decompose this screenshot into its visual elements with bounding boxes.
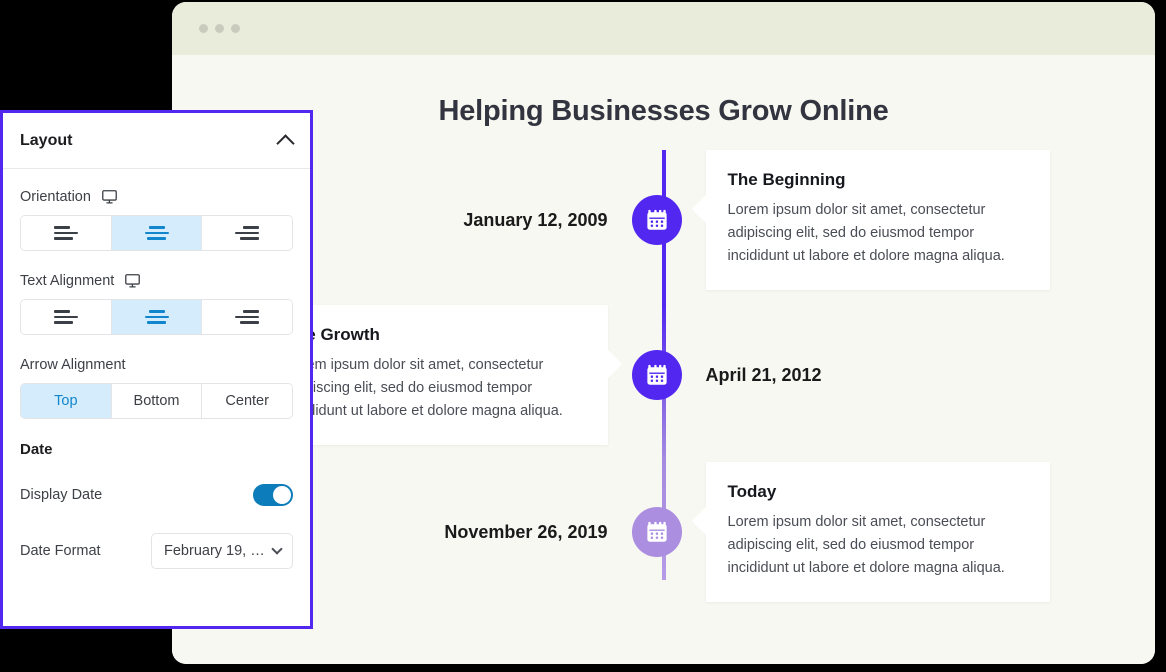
timeline: January 12, 2009 The Beginning Lorem ips… bbox=[172, 150, 1155, 602]
arrow-alignment-option-center[interactable]: Center bbox=[202, 384, 292, 418]
arrow-alignment-segmented-control: Top Bottom Center bbox=[20, 383, 293, 419]
arrow-alignment-label: Arrow Alignment bbox=[20, 357, 126, 373]
monitor-icon bbox=[102, 190, 117, 204]
arrow-alignment-option-label: Bottom bbox=[133, 393, 180, 409]
window-dot-maximize[interactable] bbox=[231, 24, 240, 33]
display-date-toggle[interactable] bbox=[253, 484, 293, 506]
display-date-label: Display Date bbox=[20, 487, 103, 503]
timeline-card-title: The Beginning bbox=[727, 170, 846, 190]
layout-settings-panel: Layout Orientation Text Alignment Arrow … bbox=[0, 110, 313, 629]
align-center-icon bbox=[144, 226, 169, 240]
text-alignment-option-align-left[interactable] bbox=[21, 300, 112, 334]
window-dot-minimize[interactable] bbox=[215, 24, 224, 33]
calendar-icon bbox=[646, 364, 667, 385]
monitor-icon bbox=[125, 274, 141, 288]
timeline-card-title: Today bbox=[727, 482, 777, 502]
orientation-option-align-right[interactable] bbox=[202, 216, 292, 250]
arrow-alignment-option-top[interactable]: Top bbox=[21, 384, 112, 418]
align-left-icon bbox=[53, 226, 78, 240]
date-format-label: Date Format bbox=[20, 543, 101, 559]
align-left-icon bbox=[53, 310, 78, 324]
date-section-heading: Date bbox=[20, 441, 293, 458]
timeline-date-side: April 21, 2012 bbox=[682, 365, 1142, 386]
orientation-label-row: Orientation bbox=[20, 189, 293, 205]
timeline-card[interactable]: Today Lorem ipsum dolor sit amet, consec… bbox=[691, 462, 1050, 602]
date-format-select[interactable]: February 19, … bbox=[151, 533, 293, 569]
text-alignment-option-align-right[interactable] bbox=[202, 300, 292, 334]
timeline-card-title: The Growth bbox=[285, 325, 380, 345]
orientation-option-align-center[interactable] bbox=[111, 216, 203, 250]
text-alignment-label: Text Alignment bbox=[20, 273, 115, 289]
date-format-value: February 19, … bbox=[164, 543, 265, 559]
timeline-item: November 26, 2019 Today Lorem ipsum dolo… bbox=[172, 462, 1155, 602]
timeline-marker[interactable] bbox=[631, 195, 682, 245]
browser-chrome-bar bbox=[172, 2, 1155, 55]
timeline-marker[interactable] bbox=[631, 507, 682, 557]
date-section-label: Date bbox=[20, 441, 53, 458]
panel-title: Layout bbox=[20, 131, 73, 149]
arrow-alignment-option-label: Center bbox=[225, 393, 269, 409]
orientation-segmented-control bbox=[20, 215, 293, 251]
orientation-label: Orientation bbox=[20, 189, 91, 205]
timeline-marker[interactable] bbox=[631, 350, 682, 400]
align-right-icon bbox=[235, 310, 260, 324]
window-dot-close[interactable] bbox=[199, 24, 208, 33]
timeline-card[interactable]: The Beginning Lorem ipsum dolor sit amet… bbox=[691, 150, 1050, 290]
text-alignment-option-align-center[interactable] bbox=[111, 300, 203, 334]
arrow-alignment-label-row: Arrow Alignment bbox=[20, 357, 293, 373]
text-alignment-label-row: Text Alignment bbox=[20, 273, 293, 289]
panel-header[interactable]: Layout bbox=[3, 113, 310, 169]
timeline-date: November 26, 2019 bbox=[444, 521, 608, 542]
page-title: Helping Businesses Grow Online bbox=[438, 95, 889, 127]
browser-window-mockup: Helping Businesses Grow Online January 1… bbox=[172, 2, 1155, 664]
toggle-knob bbox=[273, 486, 291, 504]
timeline-date: April 21, 2012 bbox=[705, 364, 822, 385]
panel-body: Orientation Text Alignment Arrow Alignme… bbox=[3, 169, 310, 570]
arrow-alignment-option-bottom[interactable]: Bottom bbox=[111, 384, 203, 418]
arrow-alignment-option-label: Top bbox=[54, 393, 78, 409]
date-format-row: Date Format February 19, … bbox=[20, 532, 293, 570]
calendar-icon bbox=[646, 521, 667, 542]
orientation-option-align-left[interactable] bbox=[21, 216, 112, 250]
timeline-card-body: Lorem ipsum dolor sit amet, consectetur … bbox=[285, 357, 563, 419]
timeline-card-body: Lorem ipsum dolor sit amet, consectetur … bbox=[727, 202, 1005, 264]
chevron-down-icon bbox=[271, 543, 283, 555]
timeline-date: January 12, 2009 bbox=[463, 209, 608, 230]
calendar-icon bbox=[646, 209, 667, 230]
text-alignment-segmented-control bbox=[20, 299, 293, 335]
timeline-card-side: Today Lorem ipsum dolor sit amet, consec… bbox=[682, 462, 1142, 602]
align-right-icon bbox=[235, 226, 260, 240]
align-center-icon bbox=[144, 310, 169, 324]
timeline-card[interactable]: The Growth Lorem ipsum dolor sit amet, c… bbox=[263, 305, 622, 445]
timeline-card-side: The Beginning Lorem ipsum dolor sit amet… bbox=[682, 150, 1142, 290]
timeline-item: The Growth Lorem ipsum dolor sit amet, c… bbox=[172, 305, 1155, 445]
timeline-item: January 12, 2009 The Beginning Lorem ips… bbox=[172, 150, 1155, 290]
display-date-row: Display Date bbox=[20, 476, 293, 514]
chevron-up-icon[interactable] bbox=[276, 133, 295, 153]
browser-content-area: Helping Businesses Grow Online January 1… bbox=[172, 55, 1155, 664]
timeline-card-body: Lorem ipsum dolor sit amet, consectetur … bbox=[727, 514, 1005, 576]
